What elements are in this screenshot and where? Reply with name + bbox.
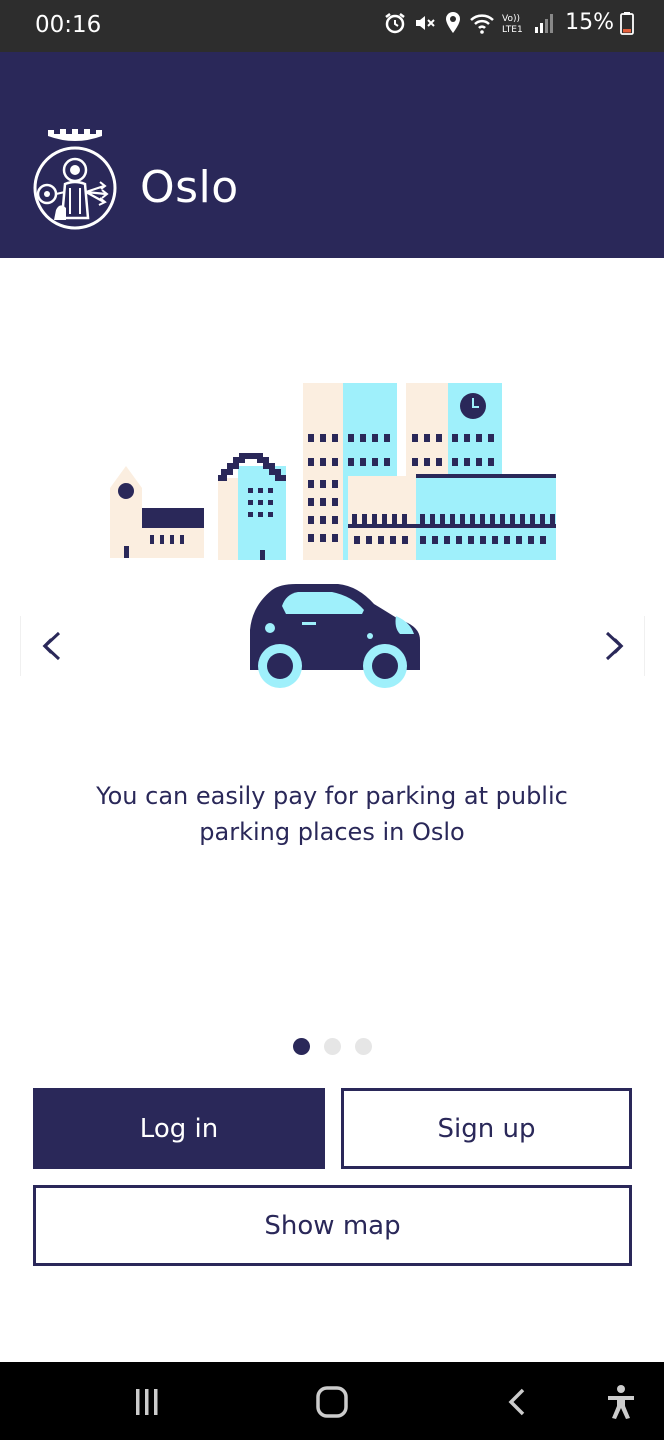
system-nav-bar — [0, 1362, 664, 1440]
mute-icon — [416, 15, 435, 30]
pager-dot[interactable] — [354, 1038, 372, 1055]
slide-caption: You can easily pay for parking at public… — [96, 782, 568, 846]
home-button[interactable] — [312, 1382, 352, 1422]
app-header: Oslo — [0, 52, 664, 258]
accessibility-button[interactable] — [601, 1382, 641, 1422]
app-title: Oslo — [140, 162, 239, 213]
battery-percent: 15% — [565, 10, 614, 35]
chevron-left-icon — [42, 631, 60, 661]
show-map-button[interactable]: Show map — [33, 1185, 632, 1266]
location-icon — [446, 11, 461, 33]
back-icon — [508, 1388, 525, 1416]
carousel-pager — [0, 1038, 664, 1055]
pager-dot-active[interactable] — [292, 1038, 310, 1055]
home-icon — [316, 1386, 348, 1418]
back-button[interactable] — [498, 1382, 538, 1422]
signup-button[interactable]: Sign up — [341, 1088, 632, 1169]
status-time: 00:16 — [35, 12, 102, 38]
car — [250, 584, 420, 688]
svg-text:Vo)): Vo)) — [502, 14, 520, 24]
city-parking-illustration — [110, 383, 556, 688]
status-icons: Vo)) LTE1 15% — [383, 10, 634, 35]
carousel-next-button[interactable] — [585, 616, 645, 676]
recent-apps-button[interactable] — [127, 1382, 167, 1422]
church-building — [110, 466, 204, 558]
svg-text:LTE1: LTE1 — [502, 25, 523, 35]
volte-icon: Vo))LTE1 — [502, 14, 523, 35]
pager-dot[interactable] — [323, 1038, 341, 1055]
login-button[interactable]: Log in — [33, 1088, 325, 1169]
signal-icon — [535, 13, 554, 33]
battery-icon — [620, 11, 634, 35]
stepped-building — [218, 453, 286, 560]
chevron-right-icon — [605, 631, 623, 661]
onboarding-carousel[interactable]: You can easily pay for parking at public… — [0, 258, 664, 1018]
oslo-logo-icon — [33, 129, 117, 230]
wifi-icon — [470, 13, 494, 34]
long-building — [348, 474, 556, 560]
clock-tower-building — [406, 383, 502, 478]
alarm-icon — [385, 12, 405, 33]
carousel-prev-button[interactable] — [20, 616, 80, 676]
status-bar: 00:16 Vo)) LTE1 15% — [0, 0, 664, 52]
recent-apps-icon — [136, 1389, 158, 1415]
accessibility-icon — [608, 1385, 634, 1419]
